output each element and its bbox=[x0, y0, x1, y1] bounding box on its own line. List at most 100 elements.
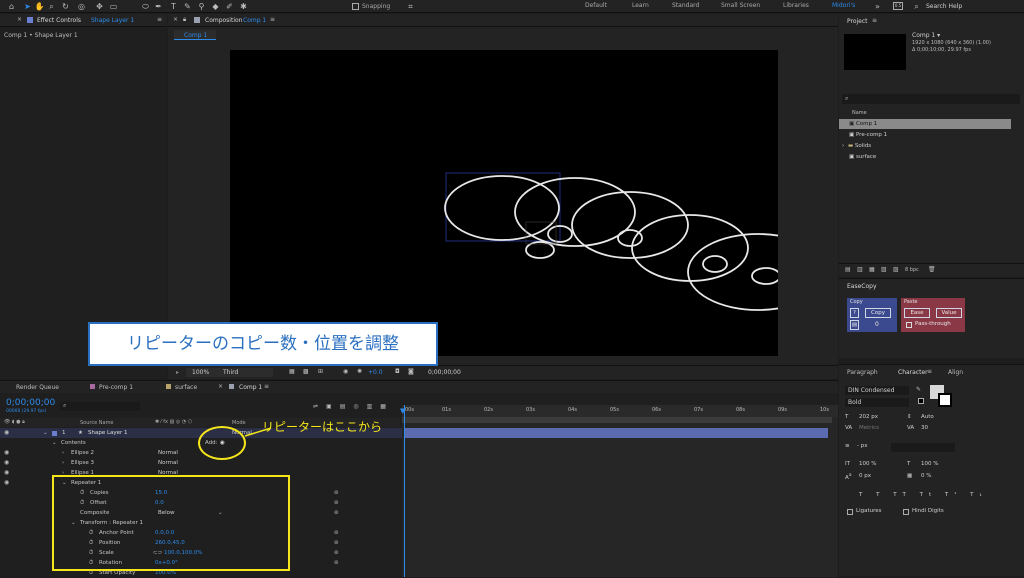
expression-icon[interactable]: ⊚ bbox=[334, 528, 339, 538]
eye-icon[interactable]: ◉ bbox=[4, 468, 9, 478]
expression-icon[interactable]: ⊚ bbox=[334, 498, 339, 508]
project-settings-icon[interactable]: ▧ bbox=[881, 266, 887, 273]
menu-icon[interactable]: ≡ bbox=[157, 16, 162, 23]
new-folder-icon[interactable]: ▥ bbox=[857, 266, 863, 273]
black-swatch[interactable] bbox=[918, 398, 924, 404]
project-search-input[interactable]: ⌕ bbox=[842, 94, 1020, 104]
exposure-icon[interactable]: ✺ bbox=[357, 368, 362, 375]
tracking-value[interactable]: 30 bbox=[921, 425, 928, 431]
close-icon[interactable]: × bbox=[17, 16, 22, 23]
exposure-value[interactable]: +0.0 bbox=[368, 369, 383, 376]
chevron-right-icon[interactable]: › bbox=[842, 143, 844, 149]
snapshot-icon[interactable]: ◘ bbox=[395, 368, 400, 375]
ease-button[interactable]: Ease bbox=[904, 308, 930, 318]
type-tool-icon[interactable]: T bbox=[168, 1, 179, 12]
leading-value[interactable]: Auto bbox=[921, 414, 934, 420]
text-style-buttons[interactable]: T T TT Tt T¹ T₁ bbox=[859, 492, 988, 498]
list-item[interactable]: › ▬ Solids bbox=[839, 141, 1019, 151]
menu-icon[interactable]: ≡ bbox=[927, 368, 932, 375]
resolution-dropdown[interactable]: Third bbox=[217, 368, 273, 377]
trash-icon[interactable]: 🗑︎ bbox=[928, 266, 936, 273]
comp-timecode[interactable]: 0;00;00;00 bbox=[428, 369, 461, 376]
stroke-style-dropdown[interactable] bbox=[891, 443, 955, 452]
composition-name[interactable]: Comp 1 bbox=[243, 17, 266, 24]
puppet-tool-icon[interactable]: ✱ bbox=[238, 1, 249, 12]
menu-icon[interactable]: ≡ bbox=[264, 383, 269, 390]
expression-icon[interactable]: ⊚ bbox=[334, 548, 339, 558]
eye-icon[interactable]: ◉ bbox=[4, 448, 9, 458]
ligatures-checkbox[interactable] bbox=[847, 509, 853, 515]
chevron-down-icon[interactable]: ⌄ bbox=[52, 438, 57, 448]
zoom-tool-icon[interactable]: ⌕ bbox=[46, 1, 57, 12]
horizontal-scale-value[interactable]: 100 % bbox=[921, 461, 938, 467]
kerning-value[interactable]: Metrics bbox=[859, 425, 879, 431]
pan-behind-icon[interactable]: ✥ bbox=[94, 1, 105, 12]
expression-icon[interactable]: ⊚ bbox=[334, 508, 339, 518]
effect-controls-title[interactable]: Effect Controls bbox=[37, 17, 81, 24]
snap-icon[interactable]: ⌗ bbox=[405, 1, 416, 12]
workspace-libraries[interactable]: Libraries bbox=[783, 2, 809, 9]
project-comp-name[interactable]: Comp 1 ▾ bbox=[912, 32, 940, 39]
region-of-interest-icon[interactable]: ▦ bbox=[289, 368, 295, 375]
chevron-right-icon[interactable]: › bbox=[62, 458, 64, 468]
hand-tool-icon[interactable]: ✋ bbox=[34, 1, 45, 12]
pen-tool-icon[interactable]: ✒ bbox=[153, 1, 164, 12]
help-icon[interactable]: ? bbox=[850, 308, 859, 318]
column-source-name[interactable]: Source Name bbox=[80, 420, 114, 426]
ellipse-name[interactable]: Ellipse 2 bbox=[71, 448, 94, 458]
layer-duration-bar[interactable] bbox=[404, 428, 828, 438]
passthrough-checkbox[interactable] bbox=[906, 322, 912, 328]
timeline-switch-icons[interactable]: ⇌▣▤◎▥▦ bbox=[313, 403, 394, 410]
tab-paragraph[interactable]: Paragraph bbox=[847, 369, 878, 376]
tab-pre-comp-1[interactable]: Pre-comp 1 bbox=[99, 384, 133, 391]
tab-surface[interactable]: surface bbox=[175, 384, 197, 391]
stroke-width-value[interactable]: - px bbox=[857, 443, 867, 449]
label-color-swatch[interactable] bbox=[52, 431, 57, 436]
show-snapshot-icon[interactable]: ◙ bbox=[408, 368, 414, 375]
list-item[interactable]: ▣ Pre-comp 1 bbox=[839, 130, 1019, 140]
workspace-learn[interactable]: Learn bbox=[632, 2, 649, 9]
search-icon[interactable]: ⌕ bbox=[911, 1, 922, 12]
composition-title[interactable]: Composition bbox=[205, 17, 242, 24]
eraser-tool-icon[interactable]: ◆ bbox=[210, 1, 221, 12]
tab-character[interactable]: Character bbox=[898, 369, 928, 376]
eye-icon[interactable]: ◉ bbox=[4, 428, 9, 438]
font-style-dropdown[interactable]: Bold bbox=[845, 398, 909, 407]
menu-icon[interactable]: ≡ bbox=[872, 17, 877, 24]
eye-icon[interactable]: ◉ bbox=[4, 478, 9, 488]
timeline-timecode[interactable]: 0;00;00;00 bbox=[6, 398, 55, 408]
selection-tool-icon[interactable]: ➤ bbox=[22, 1, 33, 12]
color-channel-icon[interactable]: ◉ bbox=[343, 368, 348, 375]
tab-render-queue[interactable]: Render Queue bbox=[16, 384, 59, 391]
lock-icon[interactable]: 🔒︎ bbox=[183, 16, 186, 24]
mask-visibility-icon[interactable]: ⊞ bbox=[318, 368, 323, 375]
list-item[interactable]: ▣ Comp 1 bbox=[839, 119, 1011, 129]
close-icon[interactable]: × bbox=[218, 383, 223, 390]
stroke-color-swatch[interactable] bbox=[938, 393, 952, 407]
list-item[interactable]: ▣ surface bbox=[839, 152, 1019, 162]
bit-depth[interactable]: 8 bpc bbox=[905, 267, 919, 273]
clone-stamp-icon[interactable]: ⚲ bbox=[196, 1, 207, 12]
new-comp-icon[interactable]: ▦ bbox=[869, 266, 875, 273]
expression-icon[interactable]: ⊚ bbox=[334, 538, 339, 548]
snapping-checkbox[interactable] bbox=[352, 3, 359, 10]
menu-icon[interactable]: ≡ bbox=[270, 16, 275, 23]
value-button[interactable]: Value bbox=[936, 308, 962, 318]
playhead-icon[interactable]: ▼ bbox=[400, 407, 405, 415]
close-icon[interactable]: × bbox=[173, 16, 178, 23]
workspace-midoris[interactable]: Midori's bbox=[832, 2, 855, 9]
ellipse-mode[interactable]: Normal bbox=[158, 448, 178, 458]
time-ruler[interactable]: 00s 01s 02s 03s 04s 05s 06s 07s 08s 09s … bbox=[402, 405, 838, 417]
work-area-bar[interactable] bbox=[402, 417, 832, 423]
font-family-dropdown[interactable]: DIN Condensed bbox=[845, 386, 909, 395]
timeline-graph[interactable]: 00s 01s 02s 03s 04s 05s 06s 07s 08s 09s … bbox=[400, 405, 838, 577]
font-size-value[interactable]: 202 px bbox=[859, 414, 878, 420]
rectangle-tool-icon[interactable]: ▭ bbox=[108, 1, 119, 12]
comp-viewer-tab[interactable]: Comp 1 bbox=[174, 30, 216, 40]
hindi-digits-checkbox[interactable] bbox=[903, 509, 909, 515]
flowchart-icon[interactable]: ▨ bbox=[893, 266, 899, 273]
eye-icon[interactable]: ◉ bbox=[4, 458, 9, 468]
ellipse-mode[interactable]: Normal bbox=[158, 458, 178, 468]
expression-icon[interactable]: ⊚ bbox=[334, 488, 339, 498]
chevron-right-icon[interactable]: » bbox=[872, 1, 883, 12]
